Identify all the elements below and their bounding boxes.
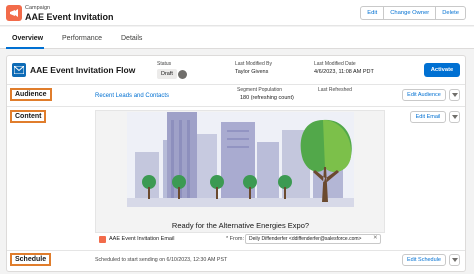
last-modified-by-value[interactable]: Taylor Givens (235, 69, 268, 75)
status-badge: Draft (157, 69, 177, 79)
schedule-menu-button[interactable] (449, 254, 460, 266)
segment-population-value: 180 (refreshing count) (240, 95, 294, 101)
flow-title: AAE Event Invitation Flow (30, 65, 136, 75)
clear-icon[interactable]: ✕ (373, 235, 378, 241)
edit-schedule-button[interactable]: Edit Schedule (402, 254, 446, 266)
audience-link[interactable]: Recent Leads and Contacts (95, 93, 169, 99)
tab-performance[interactable]: Performance (62, 35, 102, 42)
email-heading: Ready for the Alternative Energies Expo? (171, 221, 310, 230)
content-section-label: Content (10, 110, 47, 123)
divider (7, 106, 465, 107)
audience-menu-button[interactable] (449, 89, 460, 101)
edit-audience-button[interactable]: Edit Audience (402, 89, 446, 101)
status-info-icon[interactable] (178, 70, 187, 79)
object-type-label: Campaign (25, 5, 51, 11)
record-header: Campaign AAE Event Invitation Edit Chang… (0, 0, 474, 26)
change-owner-button[interactable]: Change Owner (383, 6, 437, 20)
activate-button[interactable]: Activate (424, 63, 460, 77)
flow-icon (12, 63, 26, 77)
chevron-down-icon (452, 93, 458, 97)
divider (7, 250, 465, 251)
divider (7, 84, 465, 85)
campaign-icon (6, 5, 22, 21)
active-tab-indicator (6, 47, 44, 49)
schedule-section-label: Schedule (10, 253, 52, 266)
email-icon (99, 236, 106, 243)
tab-bar: Overview Performance Details (0, 27, 474, 49)
delete-button[interactable]: Delete (435, 6, 466, 20)
header-actions: Edit Change Owner Delete (360, 6, 466, 20)
status-label: Status (157, 61, 172, 67)
email-hero-illustration (127, 112, 354, 207)
tab-overview[interactable]: Overview (12, 35, 43, 42)
last-modified-by-label: Last Modified By (235, 61, 272, 67)
chevron-down-icon (452, 258, 458, 262)
content-menu-button[interactable] (449, 111, 460, 123)
tab-details[interactable]: Details (121, 35, 142, 42)
edit-email-button[interactable]: Edit Email (410, 111, 446, 123)
last-refreshed-label: Last Refreshed (318, 87, 352, 93)
record-title: AAE Event Invitation (25, 12, 114, 22)
last-modified-date-label: Last Modified Date (314, 61, 356, 67)
last-modified-date-value: 4/6/2023, 11:08 AM PDT (314, 69, 374, 75)
from-field[interactable]: Deily Diffenderfer <ddiffenderfer@salesf… (245, 234, 381, 244)
audience-section-label: Audience (10, 88, 52, 101)
from-label: * From: (226, 236, 245, 242)
chevron-down-icon (452, 115, 458, 119)
schedule-text: Scheduled to start sending on 6/10/2023,… (95, 257, 228, 263)
edit-button[interactable]: Edit (360, 6, 385, 20)
email-name[interactable]: AAE Event Invitation Email (109, 236, 174, 242)
segment-population-label: Segment Population (237, 87, 283, 93)
